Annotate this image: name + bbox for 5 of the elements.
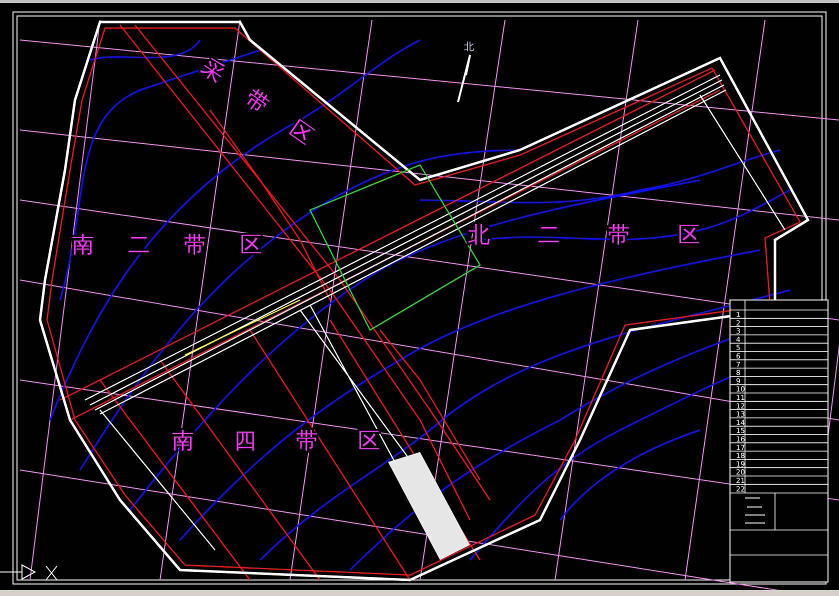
zone-label: 采带区 xyxy=(196,54,344,168)
north-label: 北 xyxy=(464,42,474,53)
ucs-icon xyxy=(0,564,58,580)
legend-symbol-icons xyxy=(744,498,766,524)
north-arrow-icon xyxy=(457,54,471,103)
